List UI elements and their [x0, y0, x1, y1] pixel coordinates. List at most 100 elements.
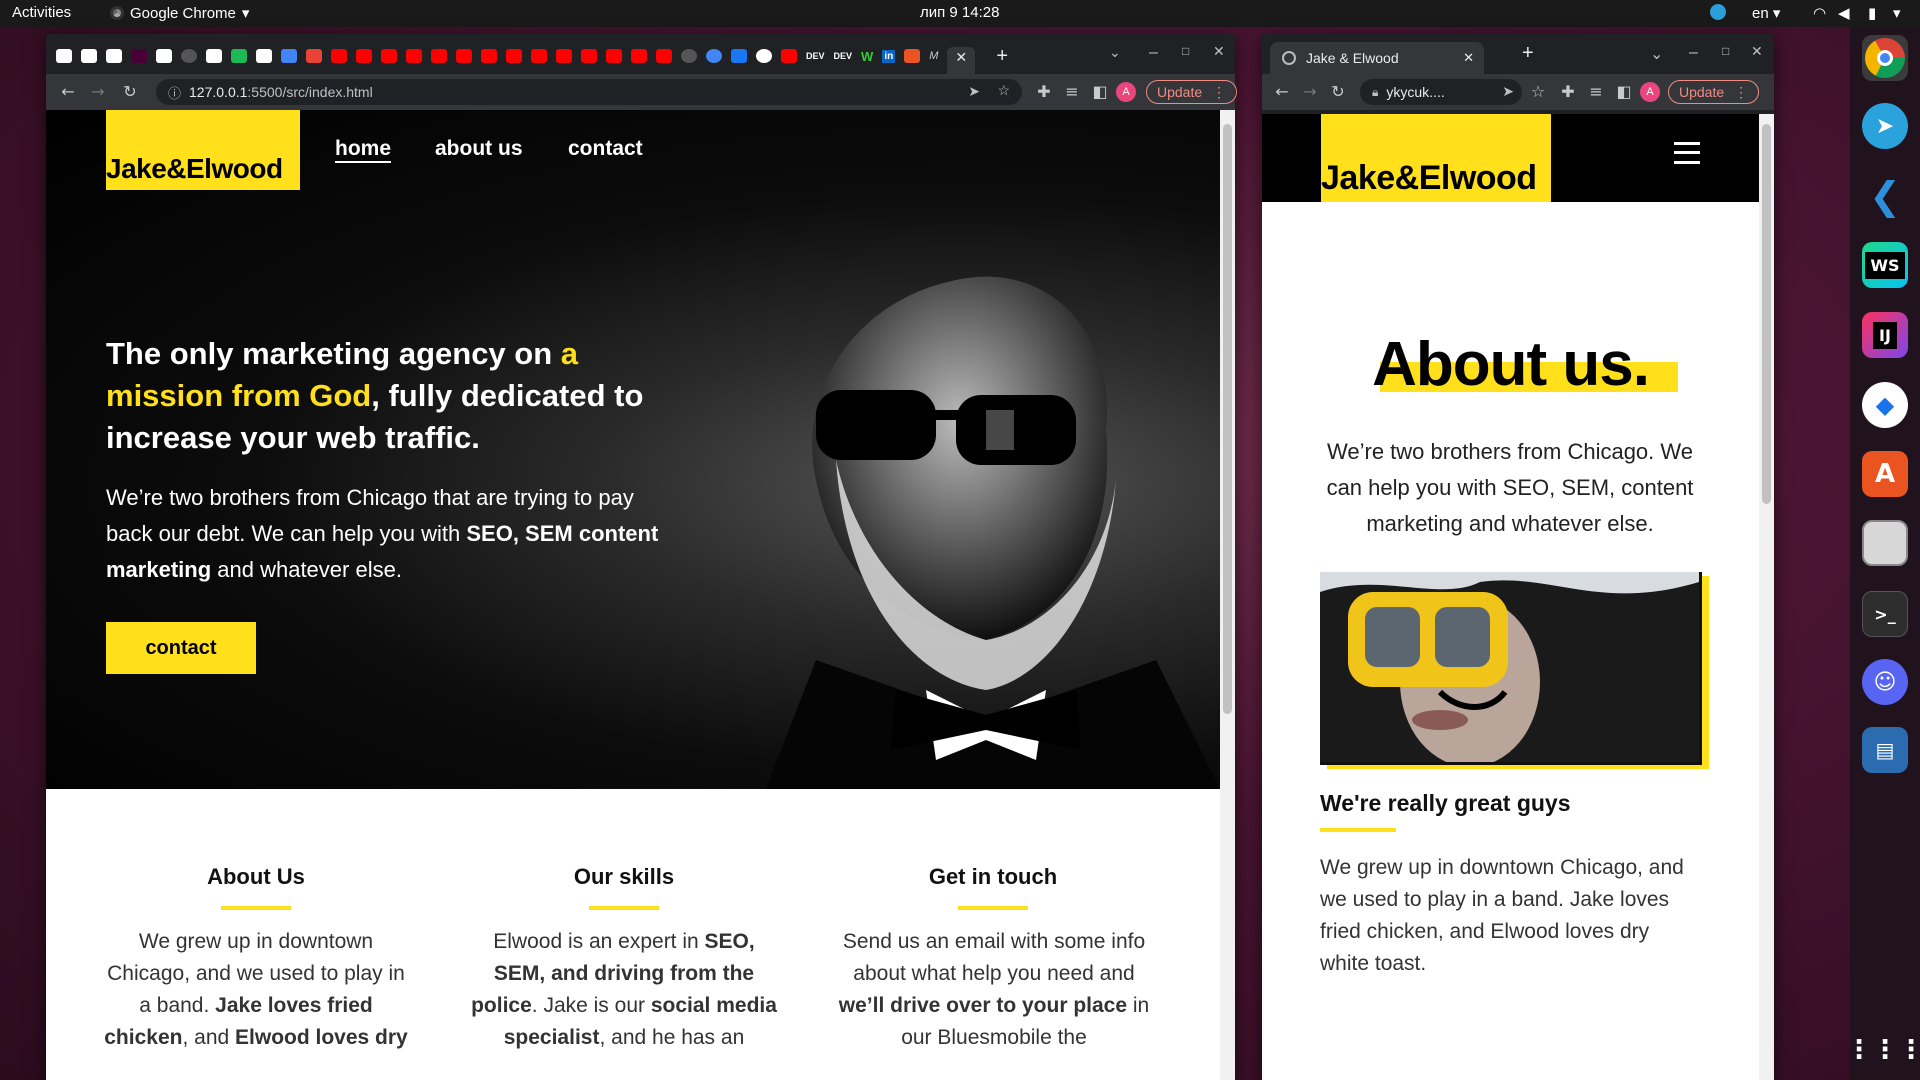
tab-favicon-icon[interactable] — [731, 49, 747, 63]
youtube-favicon-icon[interactable] — [556, 49, 572, 63]
tab-favicon-icon[interactable] — [106, 49, 122, 63]
tab-favicon-icon[interactable] — [81, 49, 97, 63]
dev-favicon-icon[interactable]: DEV — [834, 51, 853, 61]
scrollbar-thumb[interactable] — [1762, 124, 1771, 504]
youtube-favicon-icon[interactable] — [506, 49, 522, 63]
vscode-icon[interactable]: ❮ — [1862, 173, 1908, 219]
new-tab-button[interactable]: + — [1522, 42, 1534, 65]
github-favicon-icon[interactable] — [181, 49, 197, 63]
minimize-button[interactable]: – — [1149, 44, 1158, 62]
site-logo[interactable]: Jake&Elwood — [106, 110, 300, 190]
youtube-favicon-icon[interactable] — [531, 49, 547, 63]
tab-favicon-icon[interactable] — [206, 49, 222, 63]
reading-list-icon[interactable]: ≡ — [1062, 82, 1082, 101]
app-menu[interactable]: Google Chrome ▾ — [110, 4, 249, 22]
maps-icon[interactable]: ◆ — [1862, 382, 1908, 428]
system-menu-chevron-icon[interactable]: ▾ — [1893, 4, 1901, 22]
tab-favicon-icon[interactable] — [56, 49, 72, 63]
translate-favicon-icon[interactable] — [281, 49, 297, 63]
tab-favicon-icon[interactable] — [231, 49, 247, 63]
w-favicon-icon[interactable]: W — [861, 49, 873, 64]
tab-search-chevron-icon[interactable]: ⌄ — [1109, 44, 1121, 61]
tab-favicon-icon[interactable] — [706, 49, 722, 63]
tab-strip[interactable]: Jake & Elwood ✕ + ⌄ – □ ✕ — [1262, 34, 1774, 74]
document-viewer-icon[interactable]: ▤ — [1862, 727, 1908, 773]
scrollbar-thumb[interactable] — [1223, 124, 1232, 714]
tab-favicon-icon[interactable] — [156, 49, 172, 63]
active-tab[interactable]: Jake & Elwood ✕ — [1270, 42, 1484, 74]
page-scrollbar[interactable] — [1759, 114, 1774, 1080]
github-favicon-icon[interactable] — [681, 49, 697, 63]
youtube-favicon-icon[interactable] — [381, 49, 397, 63]
nav-home-link[interactable]: home — [335, 137, 392, 163]
pinned-tab-favicons[interactable]: DEV DEV W in M ✕ + — [56, 45, 1008, 75]
close-tab-icon[interactable]: ✕ — [1463, 50, 1474, 66]
software-center-icon[interactable]: A — [1862, 451, 1908, 497]
youtube-favicon-icon[interactable] — [481, 49, 497, 63]
youtube-favicon-icon[interactable] — [456, 49, 472, 63]
maximize-button[interactable]: □ — [1182, 44, 1189, 58]
back-icon[interactable]: ← — [58, 82, 78, 101]
xd-favicon-icon[interactable] — [131, 49, 147, 63]
reload-icon[interactable]: ↻ — [120, 82, 140, 101]
bookmark-star-icon[interactable]: ☆ — [1528, 82, 1548, 101]
reload-icon[interactable]: ↻ — [1328, 82, 1348, 101]
extensions-icon[interactable]: ✚ — [1558, 82, 1578, 101]
youtube-favicon-icon[interactable] — [406, 49, 422, 63]
clock[interactable]: лип 9 14:28 — [920, 4, 999, 21]
maximize-button[interactable]: □ — [1722, 44, 1729, 58]
discord-icon[interactable]: ☺ — [1862, 659, 1908, 705]
side-panel-icon[interactable]: ◧ — [1614, 82, 1634, 101]
extensions-icon[interactable]: ✚ — [1034, 82, 1054, 101]
linkedin-favicon-icon[interactable]: in — [882, 49, 896, 63]
update-button[interactable]: Update ⋮ — [1146, 80, 1238, 104]
youtube-favicon-icon[interactable] — [331, 49, 347, 63]
language-indicator[interactable]: en ▾ — [1752, 4, 1780, 22]
youtube-favicon-icon[interactable] — [431, 49, 447, 63]
update-button[interactable]: Update ⋮ — [1668, 80, 1760, 104]
page-scrollbar[interactable] — [1220, 110, 1235, 1080]
youtube-favicon-icon[interactable] — [606, 49, 622, 63]
close-window-button[interactable]: ✕ — [1213, 43, 1225, 60]
youtube-favicon-icon[interactable] — [356, 49, 372, 63]
side-panel-icon[interactable]: ◧ — [1090, 82, 1110, 101]
nav-about-link[interactable]: about us — [435, 137, 523, 161]
bookmark-star-icon[interactable]: ☆ — [997, 82, 1010, 99]
chrome-icon[interactable] — [1862, 35, 1908, 81]
profile-avatar[interactable]: A — [1640, 82, 1660, 102]
wifi-icon[interactable]: ◠ — [1813, 4, 1826, 22]
site-logo[interactable]: Jake&Elwood — [1321, 114, 1551, 202]
medium-favicon-icon[interactable]: M — [929, 50, 938, 62]
address-bar[interactable]: ⓘ 127.0.0.1:5500/src/index.html ➤ ☆ — [156, 79, 1022, 105]
hero-contact-button[interactable]: contact — [106, 622, 256, 674]
close-window-button[interactable]: ✕ — [1751, 43, 1763, 60]
google-favicon-icon[interactable] — [756, 49, 772, 63]
telegram-tray-icon[interactable] — [1710, 4, 1726, 20]
battery-icon[interactable]: ▮ — [1868, 4, 1876, 22]
tab-favicon-icon[interactable] — [256, 49, 272, 63]
new-tab-button[interactable]: + — [996, 45, 1008, 68]
back-icon[interactable]: ← — [1272, 82, 1292, 101]
app-grid-icon[interactable]: ⋮⋮⋮ — [1846, 1027, 1920, 1073]
tab-search-chevron-icon[interactable]: ⌄ — [1650, 44, 1663, 64]
minimize-button[interactable]: – — [1689, 44, 1698, 62]
youtube-favicon-icon[interactable] — [656, 49, 672, 63]
hamburger-menu-icon[interactable] — [1674, 142, 1700, 164]
volume-icon[interactable]: ◀ — [1838, 4, 1850, 22]
address-bar[interactable]: 🔒︎ ykycuk.... ➤ — [1360, 79, 1522, 105]
tab-favicon-icon[interactable] — [904, 49, 921, 63]
close-tab-icon[interactable]: ✕ — [955, 49, 967, 66]
gmail-favicon-icon[interactable] — [306, 49, 322, 63]
youtube-favicon-icon[interactable] — [581, 49, 597, 63]
forward-icon[interactable]: → — [1300, 82, 1320, 101]
profile-avatar[interactable]: A — [1116, 82, 1136, 102]
dev-favicon-icon[interactable]: DEV — [806, 51, 825, 61]
telegram-icon[interactable]: ➤ — [1862, 103, 1908, 149]
webstorm-icon[interactable]: WS — [1862, 242, 1908, 288]
tab-strip[interactable]: DEV DEV W in M ✕ + ⌄ – □ ✕ — [46, 34, 1235, 75]
send-tab-icon[interactable]: ➤ — [1502, 83, 1514, 100]
youtube-favicon-icon[interactable] — [781, 49, 797, 63]
files-icon[interactable] — [1862, 520, 1908, 566]
terminal-icon[interactable]: >_ — [1862, 591, 1908, 637]
nav-contact-link[interactable]: contact — [568, 137, 643, 161]
